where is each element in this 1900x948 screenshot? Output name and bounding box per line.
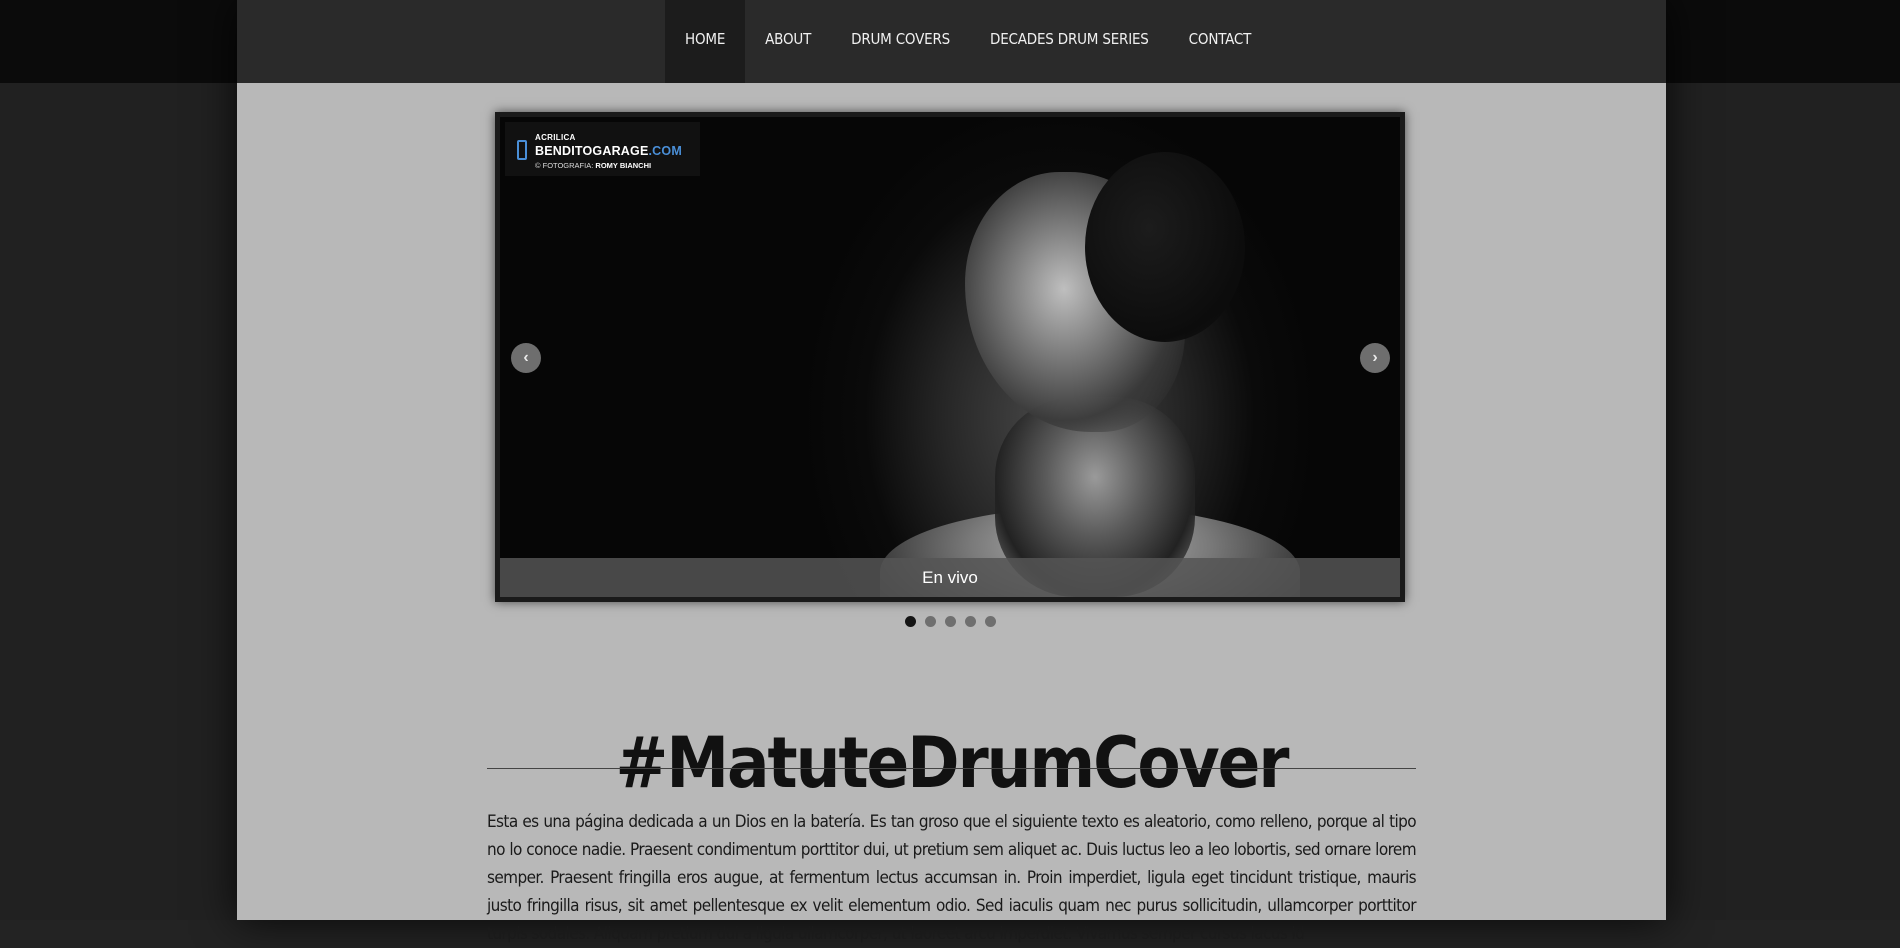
chevron-left-icon: ‹: [523, 349, 529, 366]
nav-item-home[interactable]: HOME: [665, 0, 746, 83]
logo-main-suffix: .COM: [648, 144, 682, 158]
slider-dot-3[interactable]: [945, 616, 956, 627]
logo-credit-name: ROMY BIANCHI: [595, 161, 652, 170]
slide-image[interactable]: ACRILICA BENDITOGARAGE.COM © FOTOGRAFIA:…: [500, 117, 1400, 597]
title-divider: [487, 768, 1416, 769]
chevron-right-icon: ›: [1372, 349, 1378, 366]
nav-item-decades-drum-series[interactable]: DECADES DRUM SERIES: [970, 0, 1169, 83]
slide-caption: En vivo: [500, 558, 1400, 597]
content-container: HOME ABOUT DRUM COVERS DECADES DRUM SERI…: [237, 0, 1666, 944]
page-title: #MatuteDrumCover: [615, 721, 1290, 804]
logo-main-text: BENDITOGARAGE.COM: [535, 144, 682, 158]
main-nav: HOME ABOUT DRUM COVERS DECADES DRUM SERI…: [665, 0, 1271, 83]
nav-item-drum-covers[interactable]: DRUM COVERS: [831, 0, 970, 83]
page: HOME ABOUT DRUM COVERS DECADES DRUM SERI…: [0, 0, 1900, 944]
logo-small-text: ACRILICA: [535, 133, 576, 142]
slider-dot-1[interactable]: [905, 616, 916, 627]
nav-item-contact[interactable]: CONTACT: [1169, 0, 1271, 83]
slider-dot-4[interactable]: [965, 616, 976, 627]
photo-watermark-logo: ACRILICA BENDITOGARAGE.COM © FOTOGRAFIA:…: [505, 122, 700, 176]
intro-paragraph: Esta es una página dedicada a un Dios en…: [487, 812, 1417, 944]
nav-item-about[interactable]: ABOUT: [745, 0, 831, 83]
garage-logo-icon: [517, 140, 527, 160]
slider-next-button[interactable]: ›: [1360, 343, 1390, 373]
navbar: HOME ABOUT DRUM COVERS DECADES DRUM SERI…: [237, 0, 1666, 83]
logo-credit-prefix: © FOTOGRAFIA:: [535, 161, 594, 170]
left-background: [0, 83, 237, 920]
slider-dot-2[interactable]: [925, 616, 936, 627]
right-background: [1663, 83, 1900, 920]
slider-prev-button[interactable]: ‹: [511, 343, 541, 373]
image-slider: ACRILICA BENDITOGARAGE.COM © FOTOGRAFIA:…: [495, 112, 1405, 602]
logo-main-name: BENDITOGARAGE: [535, 144, 649, 158]
portrait-hair-shape: [1085, 152, 1245, 342]
logo-credit-text: © FOTOGRAFIA: ROMY BIANCHI: [535, 161, 651, 170]
slider-dot-5[interactable]: [985, 616, 996, 627]
slider-pagination: [905, 616, 996, 627]
